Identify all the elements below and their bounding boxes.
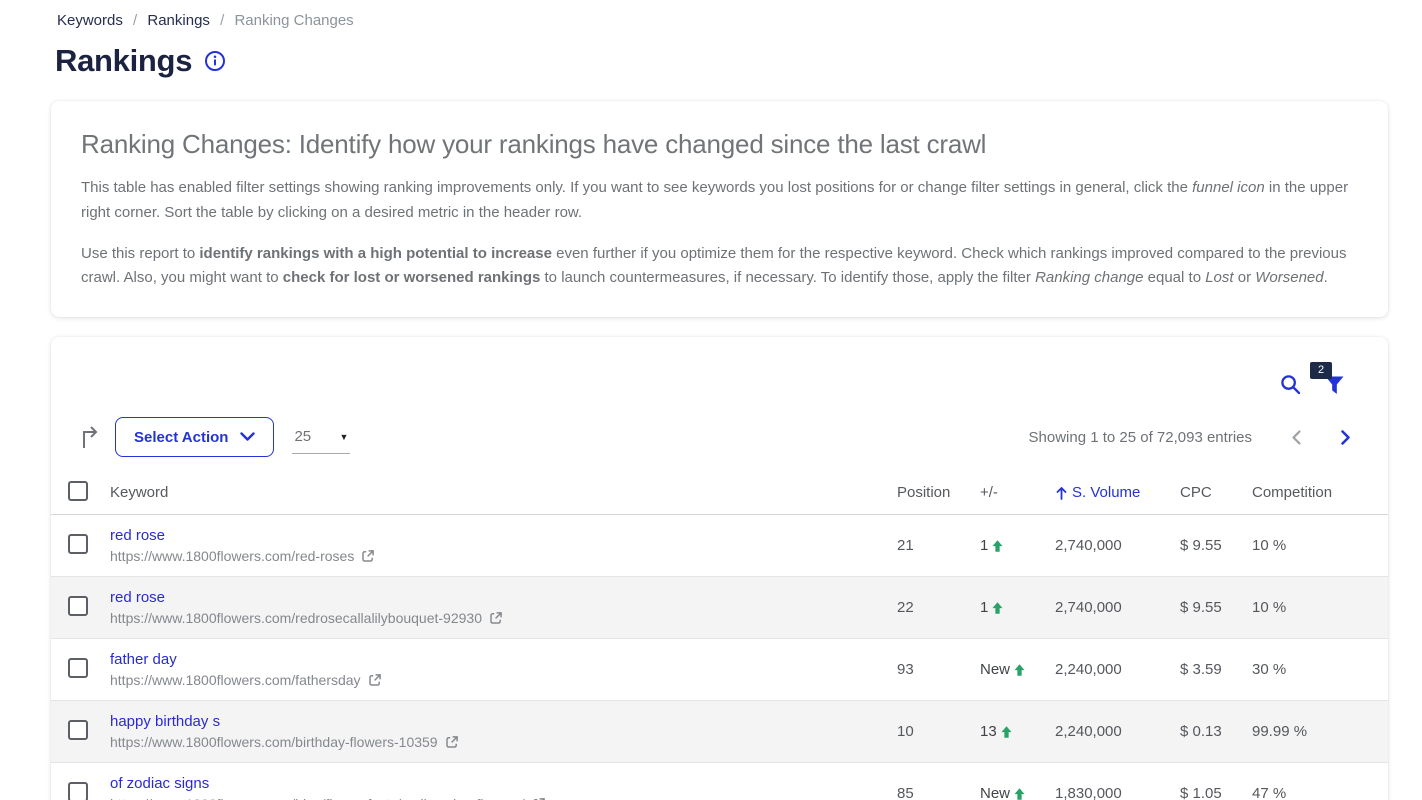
select-action-label: Select Action xyxy=(134,429,228,446)
header-cpc[interactable]: CPC xyxy=(1180,484,1252,501)
position-value: 85 xyxy=(897,785,980,800)
row-checkbox[interactable] xyxy=(68,720,88,740)
change-value: New xyxy=(980,661,1010,678)
competition-value: 30 % xyxy=(1252,661,1388,678)
table-row: red rose https://www.1800flowers.com/red… xyxy=(51,577,1388,639)
next-page-icon[interactable] xyxy=(1339,429,1352,446)
header-volume-label: S. Volume xyxy=(1072,484,1140,501)
keyword-link[interactable]: of zodiac signs xyxy=(110,775,897,792)
volume-value: 2,740,000 xyxy=(1055,599,1180,616)
intro-heading: Ranking Changes: Identify how your ranki… xyxy=(81,129,1358,160)
keyword-url: https://www.1800flowers.com/redrosecalla… xyxy=(110,610,482,626)
rank-up-icon xyxy=(991,539,1004,553)
keyword-link[interactable]: red rose xyxy=(110,589,897,606)
rank-up-icon xyxy=(1000,725,1013,739)
export-icon[interactable] xyxy=(79,424,103,450)
row-checkbox[interactable] xyxy=(68,782,88,800)
volume-value: 2,240,000 xyxy=(1055,723,1180,740)
change-value: 13 xyxy=(980,723,997,740)
header-change[interactable]: +/- xyxy=(980,484,1055,501)
competition-value: 10 % xyxy=(1252,599,1388,616)
external-link-icon[interactable] xyxy=(361,549,375,563)
cpc-value: $ 9.55 xyxy=(1180,537,1252,554)
filter-count-badge: 2 xyxy=(1310,362,1332,379)
keyword-url: https://www.1800flowers.com/birthday-flo… xyxy=(110,734,438,750)
change-value: 1 xyxy=(980,599,988,616)
cpc-value: $ 9.55 xyxy=(1180,599,1252,616)
breadcrumb-rankings[interactable]: Rankings xyxy=(147,12,210,29)
keyword-link[interactable]: happy birthday s xyxy=(110,713,897,730)
rankings-table-card: 2 Select Action 25 ▼ Showing 1 to 25 of … xyxy=(51,337,1388,800)
page-size-select[interactable]: 25 ▼ xyxy=(292,420,350,454)
competition-value: 99.99 % xyxy=(1252,723,1388,740)
header-volume[interactable]: S. Volume xyxy=(1055,484,1180,501)
select-action-button[interactable]: Select Action xyxy=(115,417,274,457)
cpc-value: $ 0.13 xyxy=(1180,723,1252,740)
breadcrumb: Keywords / Rankings / Ranking Changes xyxy=(0,0,1422,29)
breadcrumb-separator: / xyxy=(133,12,137,29)
cpc-value: $ 3.59 xyxy=(1180,661,1252,678)
row-checkbox[interactable] xyxy=(68,596,88,616)
cpc-value: $ 1.05 xyxy=(1180,785,1252,800)
select-all-checkbox[interactable] xyxy=(68,481,88,501)
external-link-icon[interactable] xyxy=(368,673,382,687)
external-link-icon[interactable] xyxy=(489,611,503,625)
row-checkbox[interactable] xyxy=(68,658,88,678)
competition-value: 47 % xyxy=(1252,785,1388,800)
header-keyword[interactable]: Keyword xyxy=(110,484,897,501)
sort-ascending-icon xyxy=(1055,486,1068,500)
position-value: 93 xyxy=(897,661,980,678)
header-competition[interactable]: Competition xyxy=(1252,484,1388,501)
keyword-link[interactable]: red rose xyxy=(110,527,897,544)
table-row: happy birthday s https://www.1800flowers… xyxy=(51,701,1388,763)
page-size-value: 25 xyxy=(294,428,311,445)
volume-value: 2,240,000 xyxy=(1055,661,1180,678)
header-position[interactable]: Position xyxy=(897,484,980,501)
rank-up-icon xyxy=(991,601,1004,615)
table-row: red rose https://www.1800flowers.com/red… xyxy=(51,515,1388,577)
change-value: New xyxy=(980,785,1010,800)
table-row: father day https://www.1800flowers.com/f… xyxy=(51,639,1388,701)
page-title: Rankings xyxy=(55,43,192,79)
keyword-url: https://www.1800flowers.com/fathersday xyxy=(110,672,361,688)
keyword-link[interactable]: father day xyxy=(110,651,897,668)
entries-summary: Showing 1 to 25 of 72,093 entries xyxy=(1029,429,1253,446)
filter-funnel-icon[interactable]: 2 xyxy=(1325,376,1344,395)
rank-up-icon xyxy=(1013,663,1026,677)
table-row: of zodiac signs https://www.1800flowers.… xyxy=(51,763,1388,800)
keyword-url: https://www.1800flowers.com/red-roses xyxy=(110,548,354,564)
external-link-icon[interactable] xyxy=(445,735,459,749)
keyword-url: https://www.1800flowers.com/blog/flower-… xyxy=(110,796,525,800)
intro-paragraph-2: Use this report to identify rankings wit… xyxy=(81,242,1358,292)
change-value: 1 xyxy=(980,537,988,554)
position-value: 21 xyxy=(897,537,980,554)
competition-value: 10 % xyxy=(1252,537,1388,554)
breadcrumb-separator: / xyxy=(220,12,224,29)
chevron-down-icon xyxy=(240,432,255,442)
table-body: red rose https://www.1800flowers.com/red… xyxy=(51,515,1388,800)
previous-page-icon[interactable] xyxy=(1290,429,1303,446)
position-value: 22 xyxy=(897,599,980,616)
intro-paragraph-1: This table has enabled filter settings s… xyxy=(81,176,1358,226)
breadcrumb-current: Ranking Changes xyxy=(234,12,353,29)
search-icon[interactable] xyxy=(1280,374,1301,395)
breadcrumb-keywords[interactable]: Keywords xyxy=(57,12,123,29)
rank-up-icon xyxy=(1013,787,1026,800)
volume-value: 1,830,000 xyxy=(1055,785,1180,800)
table-header-row: Keyword Position +/- S. Volume CPC Compe… xyxy=(51,471,1388,515)
volume-value: 2,740,000 xyxy=(1055,537,1180,554)
info-icon[interactable] xyxy=(204,50,226,72)
caret-down-icon: ▼ xyxy=(340,432,349,442)
row-checkbox[interactable] xyxy=(68,534,88,554)
intro-card: Ranking Changes: Identify how your ranki… xyxy=(51,101,1388,317)
position-value: 10 xyxy=(897,723,980,740)
